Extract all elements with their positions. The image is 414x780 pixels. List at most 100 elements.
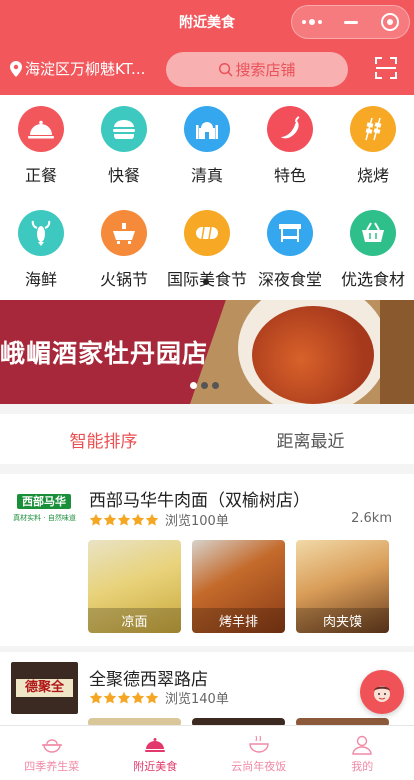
category-label: 优选食材 [340,270,405,289]
store-card[interactable]: 德聚全 全聚德西翠路店 浏览140单 4 [0,652,414,727]
category-item-tese[interactable]: 特色 [249,106,331,186]
search-icon [219,62,233,77]
category-item-shenye[interactable]: 深夜食堂 [249,210,331,290]
star-icon [117,513,131,526]
tab-label: 四季养生菜 [24,760,80,773]
chili-icon [267,106,313,152]
minimize-icon [343,20,358,24]
stall-icon [267,210,313,256]
cloche-icon [145,738,166,752]
store-views: 浏览100单 [165,514,229,529]
store-views: 浏览140单 [165,692,229,707]
star-icon [117,691,131,704]
star-icon [131,513,145,526]
star-icon [103,513,117,526]
category-label: 烧烤 [356,166,389,185]
bowl-icon [249,735,269,753]
star-icon [131,691,145,704]
store-logo-text: 德聚全 [16,679,73,697]
category-label: 火锅节 [99,270,148,289]
category-item-qingzhen[interactable]: 清真 [166,106,248,186]
skewer-icon [350,106,396,152]
category-item-haixian[interactable]: 海鲜 [0,210,82,290]
banner-dot [212,382,219,389]
location-selector[interactable]: 海淀区万柳魅KT... [10,58,155,79]
banner-indicator [190,382,219,389]
category-label: 清真 [190,166,223,185]
tab-seasonal[interactable]: 四季养生菜 [0,726,104,780]
mini-program-capsule [291,5,410,39]
store-logo: 德聚全 [11,662,78,714]
category-item-kuaican[interactable]: 快餐 [83,106,165,186]
store-distance: 2.6km [351,511,392,526]
sushi-icon [184,210,230,256]
dish-card[interactable]: 烤羊排 [192,540,285,633]
store-meta: 浏览140单 [89,688,229,707]
store-logo-text: 西部马华 [17,494,71,509]
lobster-icon [18,210,64,256]
close-button[interactable] [370,6,409,38]
store-name: 全聚德西翠路店 [89,670,208,690]
pot-icon [41,739,62,753]
category-label: 快餐 [107,166,140,185]
dish-name: 肉夹馍 [296,608,389,633]
tab-label: 云尚年夜饭 [231,760,287,773]
rating-stars [89,513,159,527]
dish-card[interactable]: 凉面 [88,540,181,633]
star-icon [103,691,117,704]
star-icon [145,513,159,526]
banner-dot [201,382,208,389]
sort-tab-smart[interactable]: 智能排序 [0,414,207,464]
more-button[interactable] [292,6,331,38]
search-bar[interactable]: 搜索店铺 [166,52,348,87]
minimize-button[interactable] [331,6,370,38]
category-label: 特色 [273,166,306,185]
star-icon [145,691,159,704]
tab-mine[interactable]: 我的 [311,726,414,780]
location-text: 海淀区万柳魅KT... [25,60,146,78]
rating-stars [89,691,159,705]
tab-bar: 四季养生菜 附近美食 云尚年夜饭 我的 [0,725,414,780]
store-logo-slogan: 真材实料 · 自然味道 [13,514,76,522]
tab-nearby-food[interactable]: 附近美食 [104,726,208,780]
burger-icon [101,106,147,152]
hotpot-icon [101,210,147,256]
banner-dot [190,382,197,389]
basket-icon [350,210,396,256]
close-target-icon [380,13,399,31]
category-grid: 正餐 快餐 清真 特色 烧烤 海鲜 火锅节 深夜食堂 优选食材 [0,95,414,300]
location-pin-icon [10,60,22,77]
search-placeholder: 搜索店铺 [235,61,296,79]
header: 附近美食 海淀区万柳魅KT... 搜索店铺 [0,0,414,95]
mosque-icon [184,106,230,152]
dish-card[interactable]: 肉夹馍 [296,540,389,633]
category-item-zhengcan[interactable]: 正餐 [0,106,82,186]
sort-bar: 智能排序 距离最近 [0,414,414,464]
cloche-icon [18,106,64,152]
tab-label: 附近美食 [133,760,178,773]
category-label: 国际美食节 [166,266,248,290]
sort-tab-distance[interactable]: 距离最近 [207,414,414,464]
category-label: 海鲜 [24,270,57,289]
customer-service-button[interactable] [360,670,404,714]
tab-new-year-dinner[interactable]: 云尚年夜饭 [207,726,311,780]
category-item-shaokao[interactable]: 烧烤 [332,106,414,186]
category-item-youxuan[interactable]: 优选食材 [332,210,414,290]
banner-side-image [380,300,414,404]
category-item-guoji[interactable]: 国际美食节 [166,210,248,290]
dish-list: 凉面 烤羊排 肉夹馍 [88,540,389,633]
store-name: 西部马华牛肉面（双榆树店） [89,491,310,511]
category-label: 深夜食堂 [257,270,322,289]
banner-dish-image [252,306,374,404]
category-item-huoguo[interactable]: 火锅节 [83,210,165,290]
banner[interactable]: 峨嵋酒家牡丹园店 [0,300,414,404]
star-icon [89,691,103,704]
store-card[interactable]: 西部马华 真材实料 · 自然味道 西部马华牛肉面（双榆树店） 浏览100单 2.… [0,474,414,646]
dish-name: 烤羊排 [192,608,285,633]
chef-icon [374,686,390,702]
more-dots-icon [301,19,322,25]
page: 附近美食 海淀区万柳魅KT... 搜索店铺 正餐 快餐 清真 特色 烧烤 海鲜 … [0,0,414,780]
tab-label: 我的 [351,760,374,773]
scan-icon[interactable] [374,56,398,80]
user-icon [352,735,372,755]
